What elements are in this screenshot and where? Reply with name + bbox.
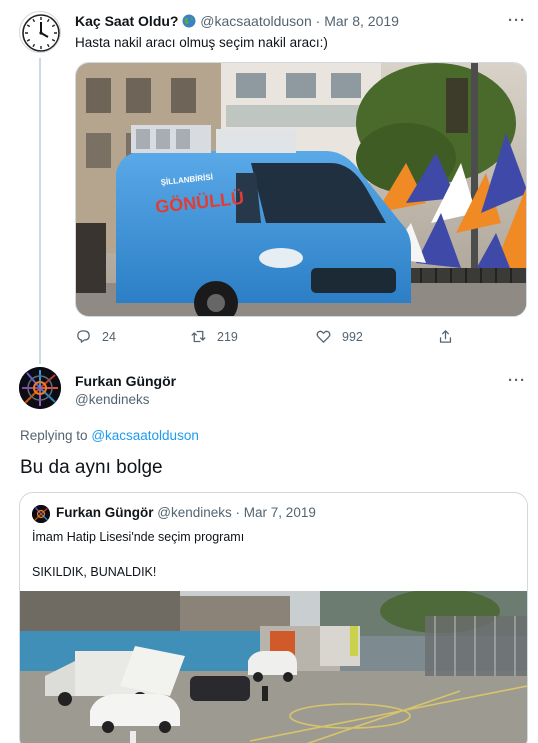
reply-count: 24 — [102, 329, 116, 344]
tweet1-separator: · — [315, 13, 321, 29]
quoted-header: Furkan Güngör @kendineks · Mar 7, 2019 — [56, 505, 316, 520]
share-icon — [439, 330, 452, 343]
heart-icon — [316, 330, 331, 343]
like-count: 992 — [342, 329, 363, 344]
tweet2-handle[interactable]: @kendineks — [75, 392, 150, 407]
thread-connector-line — [39, 58, 41, 364]
spiral-avatar-small-icon — [32, 505, 50, 523]
tweet1-handle[interactable]: @kacsaatolduson — [200, 13, 312, 29]
tweet1-date[interactable]: Mar 8, 2019 — [324, 13, 399, 29]
tweet2-more-button[interactable]: ··· — [508, 372, 526, 389]
quoted-text-line1: İmam Hatip Lisesi'nde seçim programı — [32, 530, 245, 544]
quoted-separator: · — [235, 505, 241, 520]
globe-icon — [182, 13, 200, 29]
quoted-media-photo[interactable] — [20, 591, 527, 743]
tweet1-more-button[interactable]: ··· — [508, 12, 526, 29]
quoted-tweet-card[interactable]: Furkan Güngör @kendineks · Mar 7, 2019 İ… — [19, 492, 528, 743]
tweet1-media-photo[interactable]: GÖNÜLLÜ ŞİLLANBİRİSİ — [75, 62, 527, 317]
tweet1-display-name[interactable]: Kaç Saat Oldu? — [75, 13, 178, 29]
spiral-avatar-icon — [19, 367, 61, 409]
clock-icon — [22, 14, 60, 52]
reply-button[interactable]: 24 — [75, 328, 116, 345]
retweet-button[interactable]: 219 — [190, 328, 238, 345]
tweet1-header: Kaç Saat Oldu? @kacsaatolduson · Mar 8, … — [75, 13, 399, 29]
replying-to-link[interactable]: @kacsaatolduson — [91, 428, 199, 443]
schoolyard-photo-image — [20, 591, 527, 743]
tweet1-actions: 24 219 992 — [75, 328, 475, 348]
retweet-count: 219 — [217, 329, 238, 344]
kendineks-avatar[interactable] — [19, 367, 61, 409]
tweet2-text: Bu da aynı bolge — [20, 457, 163, 478]
clock-avatar[interactable] — [19, 11, 61, 53]
quoted-display-name: Furkan Güngör — [56, 505, 154, 520]
quoted-text-line2: SIKILDIK, BUNALDIK! — [32, 565, 157, 579]
tweet2-display-name[interactable]: Furkan Güngör — [75, 373, 176, 389]
share-button[interactable] — [437, 328, 454, 345]
quoted-date: Mar 7, 2019 — [243, 505, 316, 520]
quoted-avatar — [32, 505, 50, 523]
reply-icon — [77, 330, 90, 343]
replying-to-line: Replying to @kacsaatolduson — [20, 428, 199, 443]
van-photo-image: GÖNÜLLÜ ŞİLLANBİRİSİ — [76, 63, 526, 316]
tweet1-text: Hasta nakil aracı olmuş seçim nakil arac… — [75, 35, 328, 50]
replying-prefix: Replying to — [20, 428, 88, 443]
like-button[interactable]: 992 — [315, 328, 363, 345]
retweet-icon — [191, 330, 206, 343]
quoted-handle: @kendineks — [157, 505, 232, 520]
